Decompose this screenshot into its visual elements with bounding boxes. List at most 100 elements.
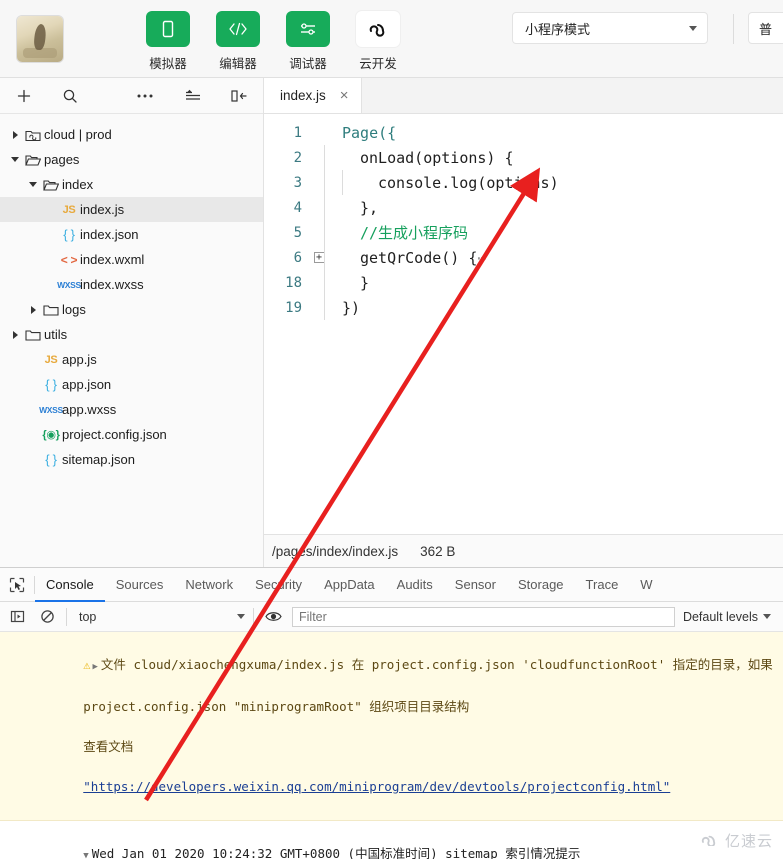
line-number: 3 [293, 174, 302, 191]
devtools-tab-sources[interactable]: Sources [105, 568, 175, 602]
tree-item-index[interactable]: index [0, 172, 263, 197]
more-icon[interactable] [131, 84, 159, 108]
toolbar-buttons: 模拟器 编辑器 调试器 云开发 [142, 5, 404, 72]
toolbar-item-simulator[interactable]: 模拟器 [142, 11, 194, 72]
tree-item-label: logs [62, 302, 86, 317]
toolbar-item-editor[interactable]: 编辑器 [212, 11, 264, 72]
console-warning-line1: 文件 cloud/xiaochengxuma/index.js 在 projec… [100, 657, 773, 672]
chevron-right-icon[interactable] [8, 131, 22, 139]
toolbar-item-cloud-dev[interactable]: 云开发 [352, 11, 404, 72]
toolbar-item-debugger[interactable]: 调试器 [282, 11, 334, 72]
editor-tab-label: index.js [280, 88, 326, 103]
tree-item-label: app.wxss [62, 402, 117, 417]
collapse-icon[interactable] [225, 84, 253, 108]
line-number: 1 [293, 124, 302, 141]
devtools-tab-console[interactable]: Console [35, 568, 105, 602]
devtools-tab-label: W [640, 577, 653, 592]
eye-icon[interactable] [262, 606, 284, 628]
console-warning-line3: 查看文档 [83, 739, 134, 754]
devtools-tab-trace[interactable]: Trace [575, 568, 630, 602]
code-line: 1 Page({ [264, 120, 783, 145]
console-group-header-text: Wed Jan 01 2020 10:24:32 GMT+0800 (中国标准时… [91, 846, 581, 859]
tree-item-label: index.wxss [80, 277, 144, 292]
expand-triangle-icon[interactable]: ▶ [93, 657, 98, 677]
chevron-down-icon[interactable] [8, 157, 22, 162]
devtools-tab-appdata[interactable]: AppData [313, 568, 386, 602]
js-icon: JS [44, 353, 58, 366]
json-icon: { } [45, 377, 57, 392]
console-sidebar-toggle-icon[interactable] [6, 606, 28, 628]
tree-item-app-wxss[interactable]: WXSS app.wxss [0, 397, 263, 422]
close-icon[interactable]: × [340, 88, 349, 103]
console-warning-body: ⚠ ▶ 文件 cloud/xiaochengxuma/index.js 在 proj… [0, 635, 783, 817]
console-warning-link[interactable]: "https://developers.weixin.qq.com/minipr… [83, 779, 670, 794]
clear-console-icon[interactable] [36, 606, 58, 628]
tree-item-index-wxss[interactable]: WXSS index.wxss [0, 272, 263, 297]
chevron-right-icon[interactable] [26, 306, 40, 314]
tree-item-project-config-json[interactable]: {◉} project.config.json [0, 422, 263, 447]
toolbar-label-editor: 编辑器 [219, 57, 257, 71]
chevron-right-icon[interactable] [8, 331, 22, 339]
status-file-path: /pages/index/index.js [272, 543, 399, 559]
chevron-down-icon[interactable] [26, 182, 40, 187]
console-levels-select[interactable]: Default levels [683, 610, 777, 624]
tree-item-sitemap-json[interactable]: { } sitemap.json [0, 447, 263, 472]
file-explorer-toolbar [0, 78, 263, 114]
folder-open-icon [40, 178, 62, 192]
inspect-element-icon[interactable] [0, 577, 34, 593]
code-line-text: getQrCode() { [360, 248, 478, 267]
code-line-text: }) [342, 298, 361, 317]
devtools-tab-label: Sensor [454, 577, 496, 592]
tree-item-label: app.js [62, 352, 97, 367]
code-line: 5 //生成小程序码 [264, 220, 783, 245]
code-line-text: } [360, 273, 370, 292]
tree-item-label: project.config.json [62, 427, 167, 442]
code-content[interactable]: 1 Page({2 onLoad(options) {3 console.log(op… [264, 114, 783, 534]
tree-item-label: index.js [80, 202, 125, 217]
compile-icon[interactable] [179, 84, 207, 108]
tree-item-index-js[interactable]: JS index.js [0, 197, 263, 222]
collapse-triangle-icon[interactable]: ▼ [83, 846, 88, 859]
status-file-size: 362 B [420, 543, 456, 559]
tree-item-app-js[interactable]: JS app.js [0, 347, 263, 372]
devtools-tab-w[interactable]: W [629, 568, 663, 602]
fold-control[interactable]: + [310, 252, 328, 263]
fold-expand-icon[interactable]: + [313, 252, 325, 263]
console-context-select[interactable]: top [75, 610, 245, 624]
devtools-tab-audits[interactable]: Audits [386, 568, 444, 602]
devtools-tab-storage[interactable]: Storage [507, 568, 575, 602]
code-line-text: }, [360, 198, 379, 217]
tree-item-logs[interactable]: logs [0, 297, 263, 322]
editor-tab-index-js[interactable]: index.js × [264, 78, 362, 113]
search-icon[interactable] [56, 84, 84, 108]
console-filter-input[interactable] [292, 606, 675, 627]
tree-item-label: pages [44, 152, 80, 167]
folder-icon [40, 303, 62, 317]
tree-item-label: cloud | prod [44, 127, 112, 142]
tree-item-pages[interactable]: pages [0, 147, 263, 172]
devtools-tab-sensor[interactable]: Sensor [444, 568, 507, 602]
devtools-tab-network[interactable]: Network [174, 568, 244, 602]
devtools-tab-label: Security [255, 577, 303, 592]
code-line: 2 onLoad(options) { [264, 145, 783, 170]
devtools-tab-label: Console [46, 577, 94, 592]
secondary-mode-select[interactable]: 普 [748, 12, 783, 44]
add-icon[interactable] [10, 84, 38, 108]
avatar[interactable] [17, 15, 63, 62]
tree-item-index-json[interactable]: { } index.json [0, 222, 263, 247]
mode-select[interactable]: 小程序模式 [512, 12, 708, 44]
devtools-tab-label: Network [185, 577, 234, 592]
line-number: 4 [293, 199, 302, 216]
code-line: 19}) [264, 295, 783, 320]
tree-item-app-json[interactable]: { } app.json [0, 372, 263, 397]
tree-item-index-wxml[interactable]: < > index.wxml [0, 247, 263, 272]
tree-item-cloud-prod[interactable]: cloud | prod [0, 122, 263, 147]
tree-item-label: sitemap.json [62, 452, 135, 467]
wxml-icon: < > [60, 252, 78, 267]
tree-item-utils[interactable]: utils [0, 322, 263, 347]
fold-ellipsis[interactable]: ⋯ [477, 249, 486, 267]
devtools-tab-security[interactable]: Security [244, 568, 313, 602]
console-warning-message[interactable]: ⚠ ▶ 文件 cloud/xiaochengxuma/index.js 在 proj… [0, 632, 783, 821]
editor-tabbar-empty [361, 78, 783, 113]
console-group-header[interactable]: ▼ Wed Jan 01 2020 10:24:32 GMT+0800 (中国标准… [0, 821, 783, 859]
